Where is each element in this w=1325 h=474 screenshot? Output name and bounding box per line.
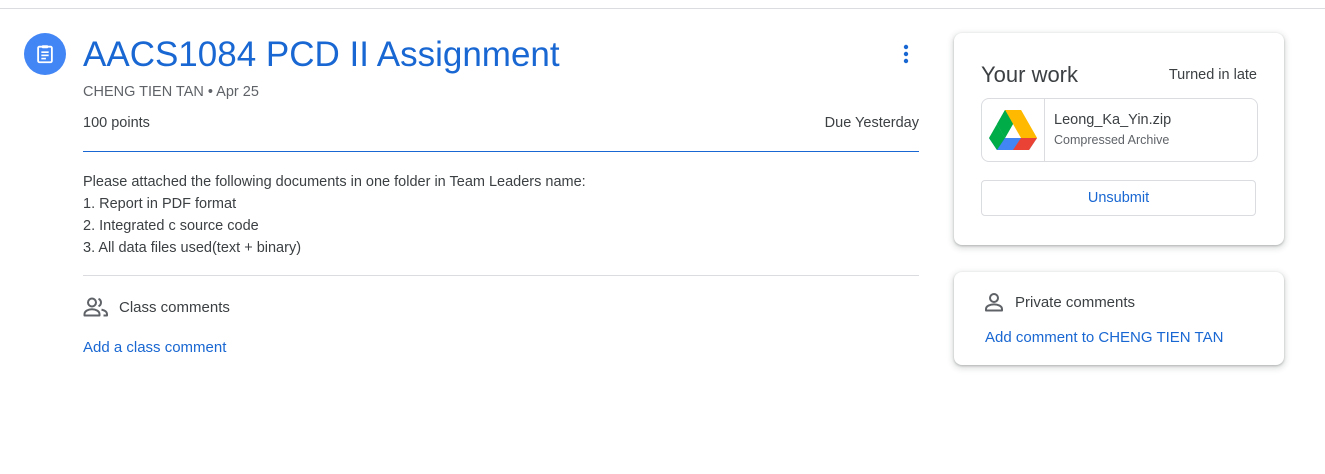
class-comments-label: Class comments [119,298,230,316]
private-comments-label: Private comments [1015,293,1136,311]
description-line: 2. Integrated c source code [83,218,259,234]
people-icon [83,297,108,317]
add-class-comment-link[interactable]: Add a class comment [83,338,226,358]
top-divider [0,8,1325,9]
more-vert-icon [903,44,909,64]
submission-status: Turned in late [1168,67,1257,83]
attachment-card[interactable]: Leong_Ka_Yin.zip Compressed Archive [981,98,1258,162]
your-work-title: Your work [981,62,1079,87]
unsubmit-button[interactable]: Unsubmit [981,180,1256,216]
assignment-meta: CHENG TIEN TAN • Apr 25 [83,84,259,100]
attachment-type: Compressed Archive [1054,133,1170,147]
google-drive-icon [989,110,1037,150]
attachment-thumbnail [982,99,1045,161]
description-line: Please attached the following documents … [83,174,586,190]
person-icon [985,293,1003,312]
your-work-card: Your work Turned in late Leong_Ka_Yin.zi… [954,33,1284,245]
private-comments-card: Private comments Add comment to CHENG TI… [954,272,1284,365]
assignment-icon [24,33,66,75]
class-comments-header: Class comments [83,296,230,318]
attachment-name: Leong_Ka_Yin.zip [1054,112,1172,128]
assignment-points: 100 points [83,115,150,131]
assignment-title: AACS1084 PCD II Assignment [83,35,560,74]
assignment-description: Please attached the following documents … [83,171,919,259]
add-private-comment-link[interactable]: Add comment to CHENG TIEN TAN [985,328,1223,348]
header-divider [83,151,919,152]
more-options-button[interactable] [890,38,922,70]
description-line: 1. Report in PDF format [83,196,237,212]
private-comments-header: Private comments [984,292,1135,312]
description-divider [83,275,919,276]
description-line: 3. All data files used(text + binary) [83,240,302,256]
due-date: Due Yesterday [824,115,919,131]
